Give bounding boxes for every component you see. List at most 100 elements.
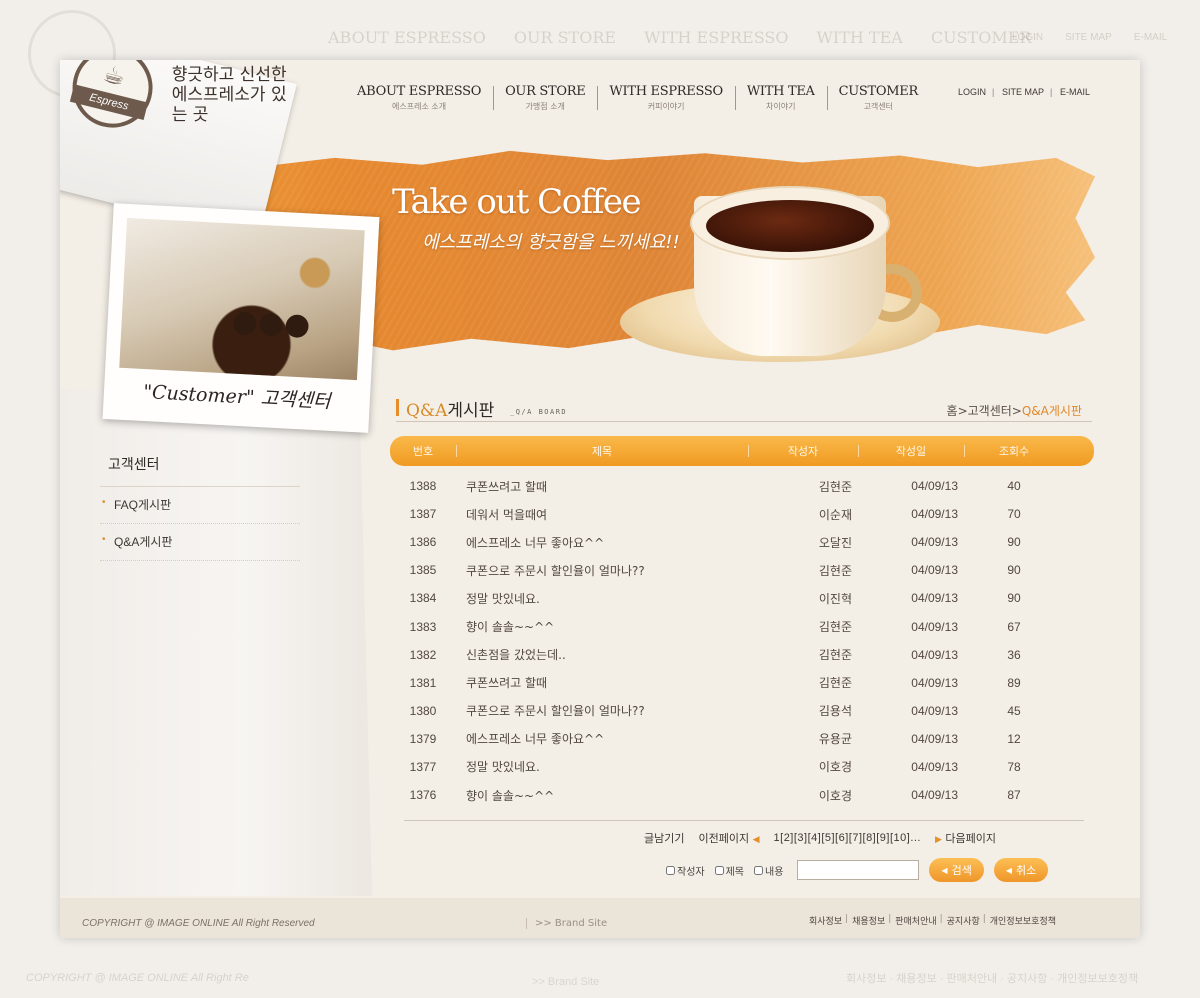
title-checkbox[interactable] <box>714 865 724 875</box>
search-option-title[interactable]: 제목 <box>714 863 744 878</box>
cell-views: 90 <box>1007 535 1021 550</box>
ghost-footer-links: 회사정보 · 채용정보 · 판매처안내 · 공지사항 · 개인정보보호정책 <box>846 973 1139 985</box>
cell-no: 1381 <box>409 675 437 690</box>
post-title-link[interactable]: 쿠폰으로 주문시 할인율이 얼마나?? <box>456 562 748 579</box>
post-title-link[interactable]: 에스프레소 너무 좋아요^^ <box>456 730 748 747</box>
cell-date: 04/09/13 <box>911 507 958 522</box>
ghost-footer: COPYRIGHT @ IMAGE ONLINE All Right Re <box>26 972 249 984</box>
table-row[interactable]: 1386 에스프레소 너무 좋아요^^ 오달진 04/09/13 90 <box>390 528 1094 556</box>
sidebar: 고객센터 FAQ게시판 Q&A게시판 <box>100 454 300 561</box>
cell-no: 1377 <box>409 759 437 774</box>
table-row[interactable]: 1379 에스프레소 너무 좋아요^^ 유용균 04/09/13 12 <box>390 725 1094 753</box>
post-title-link[interactable]: 신촌점을 갔었는데.. <box>456 646 748 663</box>
login-link[interactable]: LOGIN <box>950 87 994 97</box>
pagination: 글남기기 이전페이지 ◀ 1[2][3][4][5][6][7][8][9][1… <box>644 830 996 846</box>
brand-site-select[interactable]: >> Brand Site <box>526 918 607 929</box>
footer-link-stores[interactable]: 판매처안내 <box>888 914 941 927</box>
cell-date: 04/09/13 <box>911 591 958 606</box>
banner-subtitle: 에스프레소의 향긋함을 느끼세요!! <box>422 232 680 253</box>
post-title-link[interactable]: 향이 솔솔~~^^ <box>456 618 748 635</box>
board-header: Q&A게시판 _Q/A BOARD 홈>고객센터>Q&A게시판 <box>396 396 1092 422</box>
table-row[interactable]: 1388 쿠폰쓰려고 할때 김현준 04/09/13 40 <box>390 472 1094 500</box>
writer-checkbox[interactable] <box>666 865 675 875</box>
nav-item-label: WITH TEA <box>746 84 815 99</box>
nav-item-about-espresso[interactable]: ABOUT ESPRESSO 에스프레소 소개 <box>345 84 493 112</box>
nav-item-with-tea[interactable]: WITH TEA 차이야기 <box>734 84 827 112</box>
nav-item-our-store[interactable]: OUR STORE 가맹점 소개 <box>493 84 597 112</box>
footer-link-company[interactable]: 회사정보 <box>804 914 847 927</box>
breadcrumb-home[interactable]: 홈 <box>947 404 958 418</box>
coffee-beans-photo: ●●● <box>119 217 365 381</box>
ghost-nav: ABOUT ESPRESSO OUR STORE WITH ESPRESSO W… <box>328 28 1031 47</box>
sidebar-item-qna[interactable]: Q&A게시판 <box>100 524 300 561</box>
nav-item-customer[interactable]: CUSTOMER 고객센터 <box>826 84 930 112</box>
search-option-writer[interactable]: 작성자 <box>666 863 705 878</box>
table-row[interactable]: 1385 쿠폰으로 주문시 할인율이 얼마나?? 김현준 04/09/13 90 <box>390 556 1094 584</box>
cell-no: 1388 <box>409 479 437 494</box>
table-row[interactable]: 1381 쿠폰쓰려고 할때 김현준 04/09/13 89 <box>390 669 1094 697</box>
cancel-button[interactable]: ◀ 취소 <box>993 858 1049 882</box>
cell-date: 04/09/13 <box>911 675 958 690</box>
ghost-util-item: LOGIN <box>1012 32 1044 43</box>
page-numbers[interactable]: 1[2][3][4][5][6][7][8][9][10]... <box>774 832 921 844</box>
post-title-link[interactable]: 쿠폰쓰려고 할때 <box>456 674 748 691</box>
column-header-date: 작성일 <box>858 443 964 459</box>
post-title-link[interactable]: 쿠폰쓰려고 할때 <box>456 478 748 495</box>
checkbox-label: 내용 <box>765 866 784 878</box>
sidebar-item-faq[interactable]: FAQ게시판 <box>100 487 300 524</box>
prev-page-link[interactable]: 이전페이지 ◀ <box>698 830 759 846</box>
copyright: COPYRIGHT @ IMAGE ONLINE All Right Reser… <box>82 918 315 929</box>
column-header-title: 제목 <box>456 443 748 459</box>
search-option-content[interactable]: 내용 <box>754 863 783 878</box>
cell-writer: 유용균 <box>818 732 852 747</box>
next-page-link[interactable]: ▶ 다음페이지 <box>935 830 996 846</box>
title-accent-bar <box>396 399 399 416</box>
breadcrumb-section[interactable]: 고객센터 <box>968 404 1012 418</box>
table-row[interactable]: 1380 쿠폰으로 주문시 할인율이 얼마나?? 김용석 04/09/13 45 <box>390 697 1094 725</box>
ghost-brand: >> Brand Site <box>532 976 600 988</box>
arrow-left-icon: ◀ <box>752 835 760 845</box>
write-post-button[interactable]: 글남기기 <box>644 830 684 846</box>
content-checkbox[interactable] <box>754 865 764 875</box>
cell-writer: 오달진 <box>818 535 852 550</box>
arrow-left-icon: ◀ <box>941 865 948 875</box>
logo-tagline: 향긋하고 신선한 에스프레소가 있는 곳 <box>171 65 287 126</box>
table-row[interactable]: 1376 향이 솔솔~~^^ 이호경 04/09/13 87 <box>390 781 1094 809</box>
sitemap-link[interactable]: SITE MAP <box>992 87 1052 97</box>
footer-link-privacy[interactable]: 개인정보보호정책 <box>983 914 1061 927</box>
logo-badge[interactable]: ☕ Espress <box>64 60 162 137</box>
cell-no: 1383 <box>409 619 437 634</box>
post-title-link[interactable]: 향이 솔솔~~^^ <box>456 787 748 804</box>
post-title-link[interactable]: 에스프레소 너무 좋아요^^ <box>456 534 748 551</box>
cell-no: 1379 <box>409 731 437 746</box>
email-link[interactable]: E-MAIL <box>1050 87 1098 97</box>
post-title-link[interactable]: 정말 맛있네요. <box>456 758 748 775</box>
cell-views: 90 <box>1007 563 1021 578</box>
table-row[interactable]: 1377 정말 맛있네요. 이호경 04/09/13 78 <box>390 753 1094 781</box>
search-input[interactable] <box>797 860 920 880</box>
cell-date: 04/09/13 <box>911 535 958 550</box>
cell-writer: 김현준 <box>818 648 852 663</box>
breadcrumb: 홈>고객센터>Q&A게시판 <box>947 402 1082 419</box>
cell-views: 70 <box>1007 507 1021 522</box>
ghost-nav-item: ABOUT ESPRESSO <box>328 28 486 47</box>
ghost-util-item: E-MAIL <box>1133 32 1168 43</box>
table-row[interactable]: 1387 데워서 먹을때여 이순재 04/09/13 70 <box>390 500 1094 528</box>
footer-link-recruit[interactable]: 채용정보 <box>845 914 890 927</box>
table-row[interactable]: 1383 향이 솔솔~~^^ 김현준 04/09/13 67 <box>390 612 1094 640</box>
ghost-util-item: SITE MAP <box>1065 32 1112 43</box>
ghost-util: LOGIN SITE MAP E-MAIL <box>1012 32 1167 43</box>
post-title-link[interactable]: 쿠폰으로 주문시 할인율이 얼마나?? <box>456 702 748 719</box>
post-title-link[interactable]: 데워서 먹을때여 <box>456 506 748 523</box>
search-button[interactable]: ◀ 검색 <box>929 858 984 882</box>
footer-link-notice[interactable]: 공지사항 <box>940 914 985 927</box>
column-header-views: 조회수 <box>964 443 1064 459</box>
table-row[interactable]: 1384 정말 맛있네요. 이진혁 04/09/13 90 <box>390 584 1094 612</box>
page-title: Q&A게시판 <box>406 396 494 421</box>
cell-writer: 김용석 <box>818 704 852 719</box>
nav-item-with-espresso[interactable]: WITH ESPRESSO 커피이야기 <box>597 84 734 112</box>
table-row[interactable]: 1382 신촌점을 갔었는데.. 김현준 04/09/13 36 <box>390 641 1094 669</box>
footer: COPYRIGHT @ IMAGE ONLINE All Right Reser… <box>60 898 1140 938</box>
coffee-beans-icon: ●●● <box>230 303 312 343</box>
post-title-link[interactable]: 정말 맛있네요. <box>456 590 748 607</box>
